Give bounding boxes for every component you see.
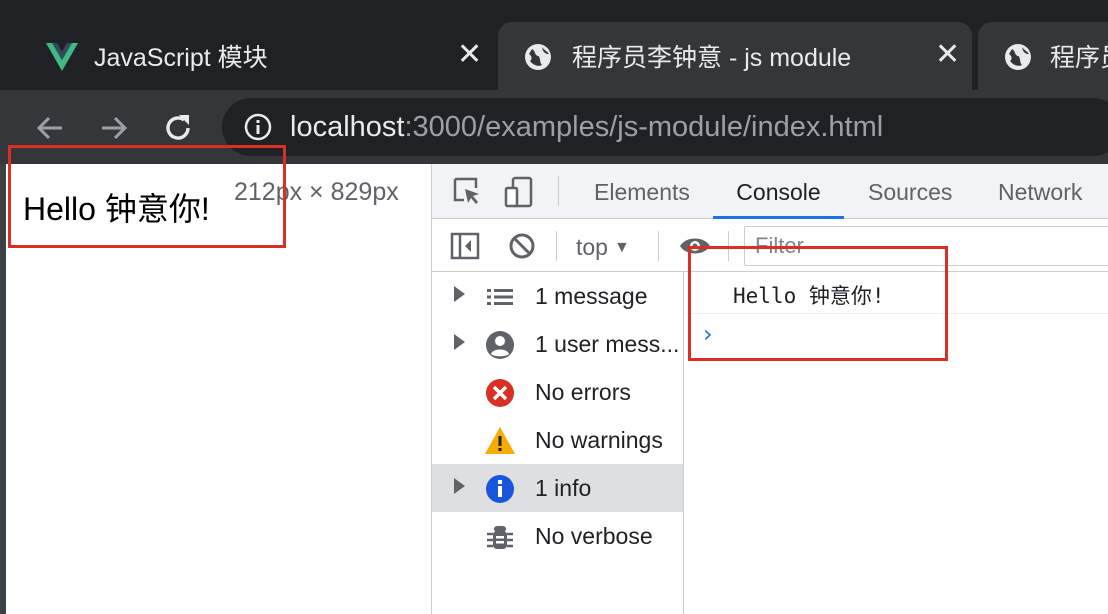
tab-network[interactable]: Network (998, 164, 1082, 219)
tab-title: 程序员李钟意 - js module (572, 44, 852, 72)
url-host: localhost (290, 110, 405, 143)
vue-logo-icon (46, 43, 78, 78)
chevron-down-icon: ▼ (613, 239, 630, 256)
close-icon[interactable]: ✕ (457, 40, 482, 70)
tab-sources[interactable]: Sources (868, 164, 952, 219)
annotation-box-console (688, 246, 948, 361)
inspect-element-icon[interactable] (452, 176, 482, 211)
expand-arrow-icon[interactable] (454, 286, 465, 302)
sidebar-item-info[interactable]: 1 info (432, 464, 683, 512)
address-bar[interactable]: localhost:3000/examples/js-module/index.… (222, 98, 1108, 156)
sidebar-item-label: 1 message (535, 282, 648, 309)
tab-js-module-active[interactable]: 程序员李钟意 - js module ✕ (498, 22, 972, 90)
sidebar-item-label: 1 user mess... (535, 330, 680, 357)
sidebar-item-label: No errors (535, 378, 631, 405)
tab-javascript-module[interactable]: JavaScript 模块 ✕ (22, 22, 496, 90)
tab-programmer[interactable]: 程序员 (978, 22, 1108, 90)
device-toolbar-icon[interactable] (504, 176, 534, 213)
console-sidebar: 1 message 1 user mess... No errors No wa… (432, 272, 684, 614)
url-text[interactable]: localhost:3000/examples/js-module/index.… (290, 111, 883, 144)
tab-console[interactable]: Console (713, 164, 844, 219)
toolbar-divider (658, 231, 659, 261)
sidebar-item-user-messages[interactable]: 1 user mess... (432, 320, 683, 368)
context-label: top (576, 234, 608, 260)
user-icon (484, 329, 516, 361)
sidebar-item-label: No verbose (535, 522, 653, 549)
toolbar-divider (556, 231, 557, 261)
close-icon[interactable]: ✕ (935, 40, 960, 70)
devtools-tab-bar: Elements Console Sources Network (432, 164, 1108, 219)
sidebar-item-label: 1 info (535, 474, 592, 501)
expand-arrow-icon[interactable] (454, 334, 465, 350)
context-selector[interactable]: top ▼ (576, 220, 630, 272)
arrow-right-icon (102, 116, 128, 140)
sidebar-item-warnings[interactable]: No warnings (432, 416, 683, 464)
tab-elements[interactable]: Elements (594, 164, 690, 219)
sidebar-item-messages[interactable]: 1 message (432, 272, 683, 320)
sidebar-item-verbose[interactable]: No verbose (432, 512, 683, 560)
error-icon (484, 377, 516, 409)
sidebar-item-errors[interactable]: No errors (432, 368, 683, 416)
reload-icon (166, 115, 190, 140)
sidebar-item-label: No warnings (535, 426, 663, 453)
url-path: :3000/examples/js-module/index.html (404, 110, 884, 143)
toolbar-divider (558, 176, 559, 206)
info-icon[interactable] (244, 113, 272, 146)
warning-icon (484, 425, 516, 457)
back-button[interactable] (30, 108, 70, 148)
clear-console-icon[interactable] (508, 232, 536, 265)
globe-icon (524, 43, 552, 78)
devtools-panel: Elements Console Sources Network top ▼ 1 … (431, 164, 1108, 614)
reload-button[interactable] (158, 108, 198, 148)
tab-title: 程序员 (1050, 44, 1108, 72)
sidebar-toggle-icon[interactable] (450, 232, 480, 265)
tab-strip: JavaScript 模块 ✕ 程序员李钟意 - js module ✕ 程序员 (0, 0, 1108, 90)
tab-title: JavaScript 模块 (94, 44, 268, 72)
list-icon (484, 281, 516, 313)
annotation-box-page (8, 145, 286, 248)
arrow-left-icon (36, 116, 62, 140)
bug-icon (484, 521, 516, 553)
globe-icon (1004, 43, 1032, 78)
forward-button[interactable] (94, 108, 134, 148)
info-icon (484, 473, 516, 505)
expand-arrow-icon[interactable] (454, 478, 465, 494)
